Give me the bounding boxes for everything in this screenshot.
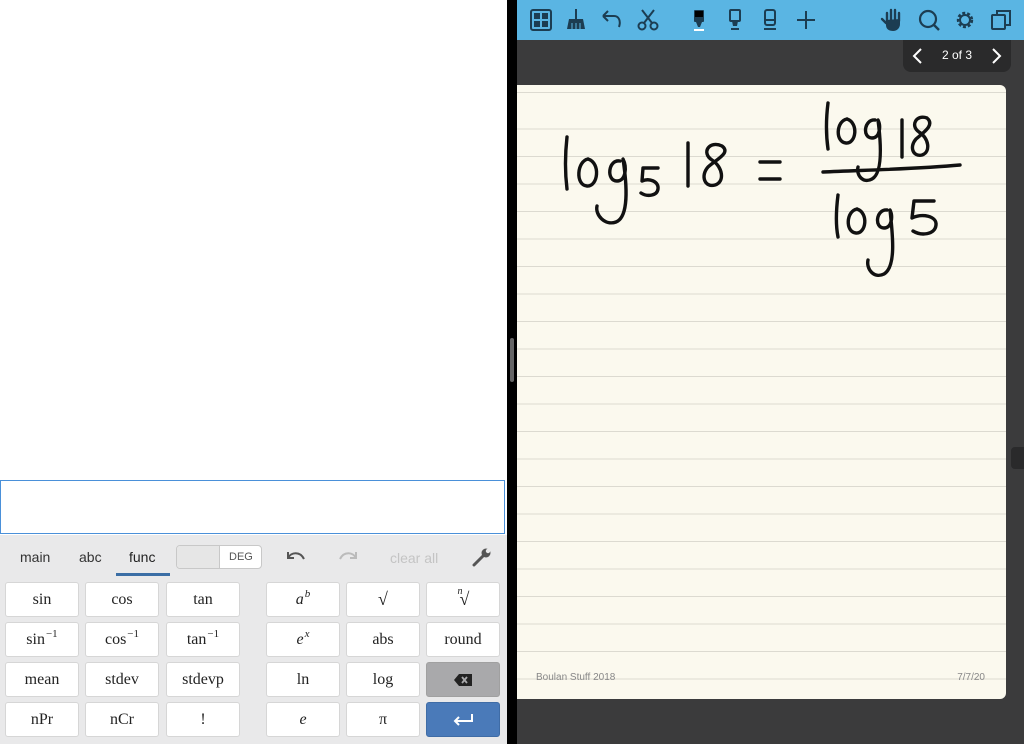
key-label: ln [296,670,310,688]
grid-icon[interactable] [528,7,554,33]
key-round[interactable]: round [426,622,500,657]
highlighter-icon[interactable] [722,7,748,33]
key-superscript: n [457,586,463,597]
key-label: cos [111,590,133,608]
key-exp[interactable]: ex [266,622,340,657]
key-tan[interactable]: tan [166,582,240,617]
key-label: e [299,710,307,728]
key-label: round [444,630,482,648]
plus-icon[interactable] [793,7,819,33]
key-superscript: b [304,587,311,600]
tab-func[interactable]: func [129,549,155,565]
key-sqrt[interactable]: √ [346,582,420,617]
notebook-page[interactable]: Boulan Stuff 2018 7/7/20 [517,85,1006,699]
key-power[interactable]: ab [266,582,340,617]
undo-icon[interactable] [599,7,625,33]
key-mean[interactable]: mean [5,662,79,697]
undo-icon[interactable] [283,547,307,567]
key-label: stdev [105,670,139,688]
toggle-knob [177,546,220,568]
key-label: √ [378,589,388,609]
key-arcsin[interactable]: sin −1 [5,622,79,657]
key-log[interactable]: log [346,662,420,697]
key-stdev[interactable]: stdev [85,662,159,697]
page-navigator: 2 of 3 [903,40,1011,72]
key-nthroot[interactable]: n √ [426,582,500,617]
key-label: π [378,710,388,728]
key-label: e [296,630,304,648]
key-ncr[interactable]: nCr [85,702,159,737]
key-arccos[interactable]: cos −1 [85,622,159,657]
key-label: cos [104,630,127,648]
key-label: mean [24,670,60,688]
split-view-handle[interactable] [510,338,514,382]
key-pi[interactable]: π [346,702,420,737]
clear-all-button[interactable]: clear all [390,550,438,566]
handwritten-equation [563,101,962,277]
tab-abc[interactable]: abc [79,549,102,565]
key-label: ! [200,710,206,728]
key-stdevp[interactable]: stdevp [166,662,240,697]
key-npr[interactable]: nPr [5,702,79,737]
key-label: sin [32,590,52,608]
angle-mode-label: DEG [229,551,253,563]
key-label: abs [372,630,394,648]
key-sin[interactable]: sin [5,582,79,617]
page-side-tab[interactable] [1011,447,1024,469]
chevron-right-icon[interactable] [989,47,1003,65]
calculator-input[interactable] [0,480,505,534]
hand-icon[interactable] [880,7,906,33]
gear-icon[interactable] [952,7,978,33]
key-abs[interactable]: abs [346,622,420,657]
eraser-icon[interactable] [757,7,783,33]
key-superscript: −1 [207,627,220,640]
redo-icon[interactable] [337,547,361,567]
search-icon[interactable] [916,7,942,33]
duplicate-icon[interactable] [988,7,1014,33]
key-label: log [372,670,394,688]
key-factorial[interactable]: ! [166,702,240,737]
calculator-keypad: main abc func DEG clear all sin sin −1 me… [0,535,507,744]
key-label: a [295,590,304,608]
angle-mode-toggle[interactable]: DEG [176,545,262,569]
key-superscript: −1 [45,627,58,640]
key-enter[interactable] [426,702,500,737]
broom-icon[interactable] [563,7,589,33]
enter-icon [453,713,473,726]
notes-pane: 2 of 3 Boulan Stuff 2018 7/7/20 [517,0,1024,744]
key-superscript: −1 [127,627,140,640]
key-label: nCr [110,710,134,728]
tab-main[interactable]: main [20,549,50,565]
backspace-icon [454,673,472,686]
key-label: tan [186,630,207,648]
key-e[interactable]: e [266,702,340,737]
scissors-icon[interactable] [635,7,661,33]
key-superscript: x [304,627,310,640]
page-footer-date: 7/7/20 [957,672,985,683]
key-backspace[interactable] [426,662,500,697]
active-tab-indicator [116,573,170,576]
notes-toolbar [517,0,1024,40]
page-footer-title: Boulan Stuff 2018 [536,672,616,683]
key-ln[interactable]: ln [266,662,340,697]
wrench-icon[interactable] [470,547,494,567]
key-label: stdevp [182,670,224,688]
key-arctan[interactable]: tan −1 [166,622,240,657]
pen-icon[interactable] [686,7,712,33]
key-label: sin [26,630,45,648]
calculator-pane: main abc func DEG clear all sin sin −1 me… [0,0,507,744]
key-label: tan [193,590,213,608]
key-cos[interactable]: cos [85,582,159,617]
key-label: nPr [30,710,54,728]
